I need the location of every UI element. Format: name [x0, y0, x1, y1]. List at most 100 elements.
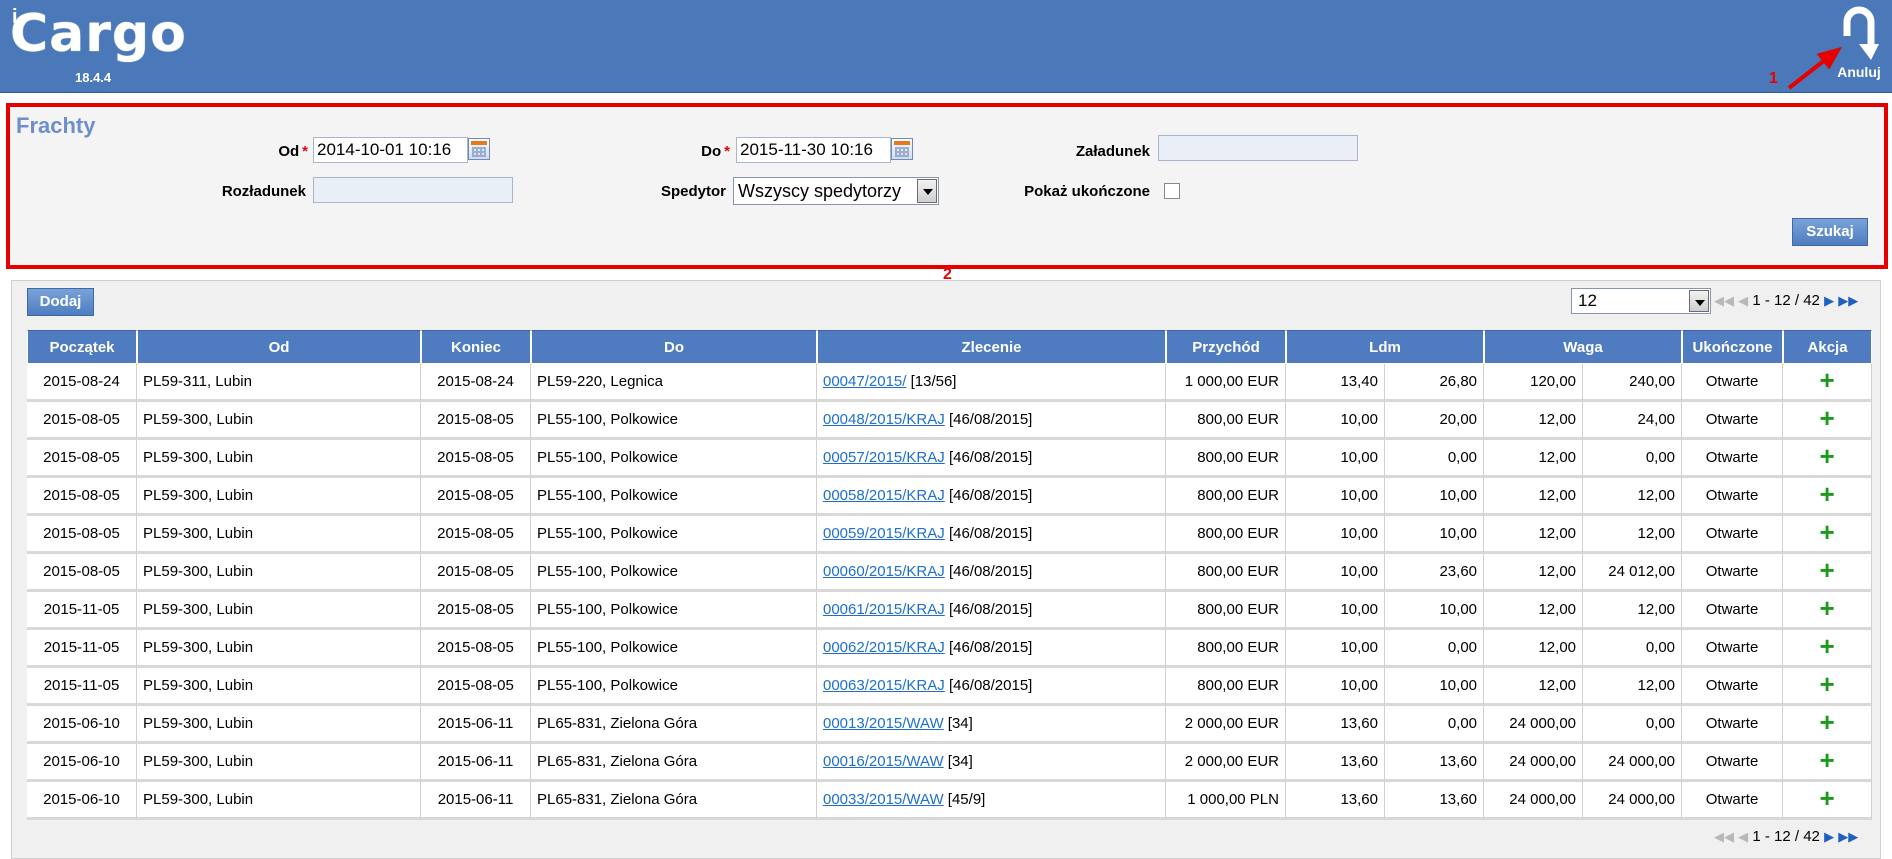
add-plus-icon[interactable]: +	[1819, 403, 1834, 433]
table-row[interactable]: 2015-08-05 PL59-300, Lubin 2015-08-05 PL55-…	[27, 554, 1873, 592]
cell-to: PL55-100, Polkowice	[531, 402, 817, 440]
chevron-down-icon[interactable]	[1689, 290, 1709, 312]
cell-ldm-total: 26,80	[1385, 364, 1485, 402]
table-row[interactable]: 2015-11-05 PL59-300, Lubin 2015-08-05 PL55-…	[27, 630, 1873, 668]
order-link[interactable]: 00016/2015/WAW	[823, 753, 944, 770]
order-link[interactable]: 00033/2015/WAW	[823, 791, 944, 808]
cell-from: PL59-300, Lubin	[137, 516, 421, 554]
show-completed-checkbox[interactable]	[1164, 183, 1180, 199]
add-plus-icon[interactable]: +	[1819, 441, 1834, 471]
add-plus-icon[interactable]: +	[1819, 479, 1834, 509]
add-plus-icon[interactable]: +	[1819, 631, 1834, 661]
cell-order: 00033/2015/WAW [45/9]	[817, 782, 1166, 820]
cell-start: 2015-08-05	[27, 554, 137, 592]
last-page-icon[interactable]: ▶▶	[1838, 293, 1858, 308]
col-header-to[interactable]: Do	[531, 330, 817, 364]
cell-weight-total: 24,00	[1583, 402, 1683, 440]
table-row[interactable]: 2015-08-24 PL59-311, Lubin 2015-08-24 PL59-…	[27, 364, 1873, 402]
order-link[interactable]: 00062/2015/KRAJ	[823, 639, 945, 656]
cell-revenue: 1 000,00 EUR	[1166, 364, 1286, 402]
cell-completed: Otwarte	[1682, 782, 1784, 820]
add-plus-icon[interactable]: +	[1819, 555, 1834, 585]
add-plus-icon[interactable]: +	[1819, 669, 1834, 699]
table-row[interactable]: 2015-08-05 PL59-300, Lubin 2015-08-05 PL55-…	[27, 440, 1873, 478]
col-header-weight[interactable]: Waga	[1484, 330, 1683, 364]
order-link[interactable]: 00013/2015/WAW	[823, 715, 944, 732]
col-header-revenue[interactable]: Przychód	[1166, 330, 1286, 364]
prev-page-icon[interactable]: ◀	[1738, 293, 1748, 308]
order-link[interactable]: 00048/2015/KRAJ	[823, 411, 945, 428]
unloading-input[interactable]	[313, 177, 513, 203]
table-row[interactable]: 2015-06-10 PL59-300, Lubin 2015-06-11 PL65-…	[27, 744, 1873, 782]
add-plus-icon[interactable]: +	[1819, 783, 1834, 813]
from-date-input[interactable]	[313, 137, 468, 163]
cell-order: 00061/2015/KRAJ [46/08/2015]	[817, 592, 1166, 630]
order-link[interactable]: 00063/2015/KRAJ	[823, 677, 945, 694]
col-header-start[interactable]: Początek	[27, 330, 137, 364]
page-size-value: 12	[1578, 291, 1597, 310]
cell-ldm-total: 13,60	[1385, 744, 1485, 782]
cell-revenue: 800,00 EUR	[1166, 630, 1286, 668]
add-plus-icon[interactable]: +	[1819, 745, 1834, 775]
cell-weight: 24 000,00	[1484, 706, 1584, 744]
order-reference: [13/56]	[910, 373, 957, 390]
forwarder-select[interactable]: Wszyscy spedytorzy	[733, 177, 939, 205]
order-link[interactable]: 00060/2015/KRAJ	[823, 563, 945, 580]
page-size-select[interactable]: 12	[1571, 288, 1711, 314]
col-header-ldm[interactable]: Ldm	[1286, 330, 1485, 364]
table-row[interactable]: 2015-08-05 PL59-300, Lubin 2015-08-05 PL55-…	[27, 478, 1873, 516]
col-header-end[interactable]: Koniec	[421, 330, 531, 364]
add-plus-icon[interactable]: +	[1819, 365, 1834, 395]
col-header-order[interactable]: Zlecenie	[817, 330, 1166, 364]
cell-completed: Otwarte	[1682, 706, 1784, 744]
to-date-input[interactable]	[736, 137, 891, 163]
last-page-icon[interactable]: ▶▶	[1838, 829, 1858, 844]
cell-completed: Otwarte	[1682, 364, 1784, 402]
cell-start: 2015-08-05	[27, 402, 137, 440]
order-reference: [46/08/2015]	[948, 563, 1033, 580]
cell-end: 2015-08-05	[421, 402, 531, 440]
order-link[interactable]: 00061/2015/KRAJ	[823, 601, 945, 618]
col-header-completed[interactable]: Ukończone	[1682, 330, 1784, 364]
pager-text: 1 - 12 / 42	[1752, 292, 1820, 309]
chevron-down-icon[interactable]	[917, 179, 937, 203]
cell-end: 2015-08-05	[421, 668, 531, 706]
cell-weight: 12,00	[1484, 516, 1584, 554]
first-page-icon[interactable]: ◀◀	[1714, 829, 1734, 844]
add-plus-icon[interactable]: +	[1819, 707, 1834, 737]
cell-action: +	[1783, 402, 1873, 440]
table-row[interactable]: 2015-08-05 PL59-300, Lubin 2015-08-05 PL55-…	[27, 402, 1873, 440]
next-page-icon[interactable]: ▶	[1824, 829, 1834, 844]
col-header-from[interactable]: Od	[137, 330, 421, 364]
forwarder-label: Spedytor	[660, 183, 726, 200]
cell-ldm-total: 20,00	[1385, 402, 1485, 440]
add-plus-icon[interactable]: +	[1819, 517, 1834, 547]
cell-start: 2015-08-05	[27, 478, 137, 516]
cell-from: PL59-300, Lubin	[137, 782, 421, 820]
table-row[interactable]: 2015-06-10 PL59-300, Lubin 2015-06-11 PL65-…	[27, 706, 1873, 744]
table-row[interactable]: 2015-06-10 PL59-300, Lubin 2015-06-11 PL65-…	[27, 782, 1873, 820]
first-page-icon[interactable]: ◀◀	[1714, 293, 1734, 308]
add-plus-icon[interactable]: +	[1819, 593, 1834, 623]
prev-page-icon[interactable]: ◀	[1738, 829, 1748, 844]
order-link[interactable]: 00058/2015/KRAJ	[823, 487, 945, 504]
order-link[interactable]: 00059/2015/KRAJ	[823, 525, 945, 542]
table-row[interactable]: 2015-11-05 PL59-300, Lubin 2015-08-05 PL55-…	[27, 668, 1873, 706]
cell-start: 2015-06-10	[27, 744, 137, 782]
next-page-icon[interactable]: ▶	[1824, 293, 1834, 308]
table-row[interactable]: 2015-11-05 PL59-300, Lubin 2015-08-05 PL55-…	[27, 592, 1873, 630]
order-link[interactable]: 00047/2015/	[823, 373, 906, 390]
add-button[interactable]: Dodaj	[27, 288, 94, 316]
order-reference: [46/08/2015]	[948, 601, 1033, 618]
loading-input[interactable]	[1158, 135, 1358, 161]
search-button[interactable]: Szukaj	[1792, 218, 1868, 246]
cell-weight: 12,00	[1484, 592, 1584, 630]
calendar-icon[interactable]	[468, 138, 490, 160]
table-row[interactable]: 2015-08-05 PL59-300, Lubin 2015-08-05 PL55-…	[27, 516, 1873, 554]
calendar-icon[interactable]	[891, 138, 913, 160]
cell-weight: 12,00	[1484, 440, 1584, 478]
cell-ldm-total: 0,00	[1385, 706, 1485, 744]
order-link[interactable]: 00057/2015/KRAJ	[823, 449, 945, 466]
cell-revenue: 800,00 EUR	[1166, 402, 1286, 440]
loading-label: Załadunek	[1075, 143, 1150, 160]
